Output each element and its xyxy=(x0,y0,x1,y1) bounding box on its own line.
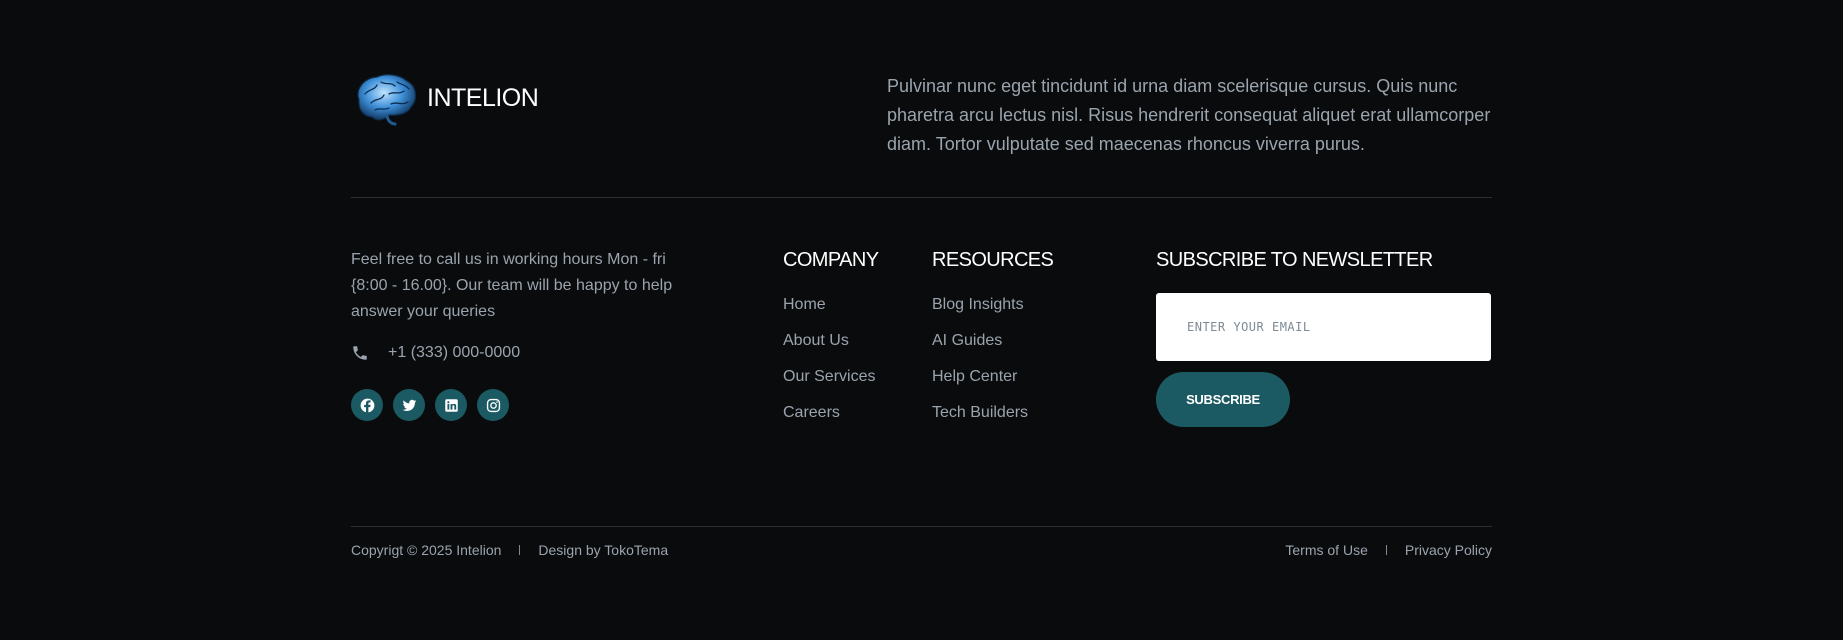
linkedin-icon xyxy=(444,398,458,412)
footer-link-blog-insights[interactable]: Blog Insights xyxy=(932,295,1053,315)
resources-heading: RESOURCES xyxy=(932,249,1054,271)
phone-icon xyxy=(353,346,367,360)
separator xyxy=(1385,545,1387,555)
footer-bottom-bar: Copyrigt © 2025 Intelion Design by TokoT… xyxy=(351,540,1492,560)
footer-link-ai-guides[interactable]: AI Guides xyxy=(932,331,1053,351)
instagram-icon xyxy=(486,398,500,412)
footer-link-careers[interactable]: Careers xyxy=(783,403,878,423)
design-credit-link[interactable]: Design by TokoTema xyxy=(538,542,668,558)
newsletter: SUBSCRIBE TO NEWSLETTER SUBSCRIBE xyxy=(1156,247,1492,427)
terms-of-use-link[interactable]: Terms of Use xyxy=(1285,542,1367,558)
footer-link-home[interactable]: Home xyxy=(783,295,878,315)
brand-name: INTELION xyxy=(427,83,539,112)
company-heading: COMPANY xyxy=(783,249,879,271)
email-input[interactable] xyxy=(1156,293,1491,361)
facebook-link[interactable] xyxy=(351,389,383,421)
site-footer: INTELION Pulvinar nunc eget tincidunt id… xyxy=(0,0,1843,640)
instagram-link[interactable] xyxy=(477,389,509,421)
footer-intro-text: Pulvinar nunc eget tincidunt id urna dia… xyxy=(887,76,1491,154)
copyright-text: Copyrigt © 2025 Intelion xyxy=(351,542,502,558)
separator xyxy=(519,545,521,555)
contact-text: Feel free to call us in working hours Mo… xyxy=(351,251,673,320)
resources-links: RESOURCES Blog Insights AI Guides Help C… xyxy=(932,247,1054,439)
company-links: COMPANY Home About Us Our Services Caree… xyxy=(783,247,879,439)
subscribe-button[interactable]: SUBSCRIBE xyxy=(1156,372,1290,427)
phone-number: +1 (333) 000-0000 xyxy=(388,344,521,361)
brand[interactable]: INTELION xyxy=(351,70,539,126)
footer-link-our-services[interactable]: Our Services xyxy=(783,367,878,387)
footer-link-tech-builders[interactable]: Tech Builders xyxy=(932,403,1053,423)
newsletter-heading: SUBSCRIBE TO NEWSLETTER xyxy=(1156,249,1433,271)
privacy-policy-link[interactable]: Privacy Policy xyxy=(1405,542,1492,558)
phone-row[interactable]: +1 (333) 000-0000 xyxy=(351,344,520,362)
social-links xyxy=(351,389,519,421)
twitter-link[interactable] xyxy=(393,389,425,421)
brain-icon xyxy=(357,74,417,126)
footer-link-help-center[interactable]: Help Center xyxy=(932,367,1053,387)
bottom-divider xyxy=(351,526,1492,527)
facebook-icon xyxy=(360,398,374,413)
top-divider xyxy=(351,197,1492,198)
twitter-icon xyxy=(402,399,416,411)
linkedin-link[interactable] xyxy=(435,389,467,421)
footer-link-about-us[interactable]: About Us xyxy=(783,331,878,351)
